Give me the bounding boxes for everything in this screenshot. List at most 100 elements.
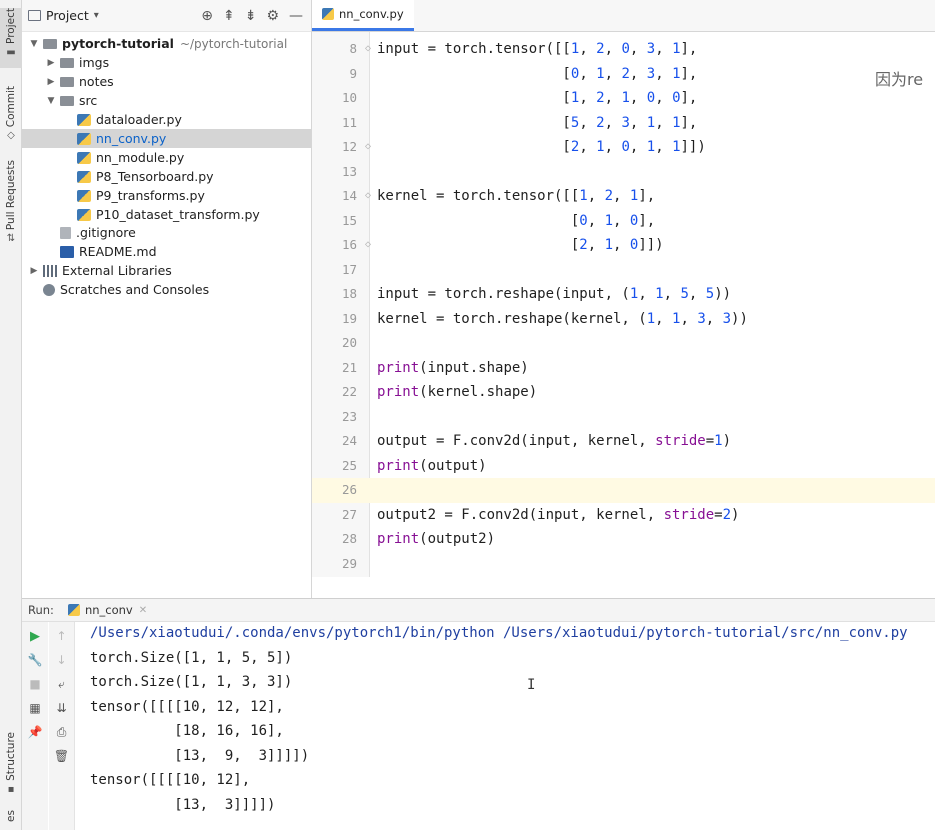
text-cursor-icon: I: [527, 677, 536, 693]
trash-icon[interactable]: 🗑: [54, 748, 70, 764]
soft-wrap-icon[interactable]: ⤶: [54, 676, 70, 692]
line-number: 27: [341, 506, 357, 522]
python-file-icon: [67, 604, 80, 616]
fold-marker-icon[interactable]: ◇: [365, 37, 371, 62]
code-line[interactable]: 12 ◇ [2, 1, 0, 1, 1]]): [312, 135, 935, 160]
python-file-icon: [322, 7, 334, 20]
code-text: [2, 1, 0]]): [377, 237, 664, 253]
arrow-down-icon[interactable]: ↓: [54, 652, 70, 668]
code-line[interactable]: 27 output2 = F.conv2d(input, kernel, stri…: [312, 503, 935, 528]
structure-tool-tab[interactable]: Structure ▪: [0, 732, 22, 798]
fold-marker-icon[interactable]: ◇: [365, 135, 371, 160]
code-line[interactable]: 18 input = torch.reshape(input, (1, 1, 5,…: [312, 282, 935, 307]
project-view-icon: [28, 10, 41, 21]
code-line[interactable]: 19 kernel = torch.reshape(kernel, (1, 1, …: [312, 307, 935, 332]
console-line: tensor([[[[10, 12],: [90, 772, 251, 788]
tree-item-p8-tensorboard[interactable]: P8_Tensorboard.py: [22, 167, 311, 186]
project-view-selector[interactable]: Project: [46, 8, 89, 23]
layout-icon[interactable]: ▦: [27, 700, 43, 716]
project-tool-tab[interactable]: Project ▬: [0, 8, 22, 68]
tree-item-project-root[interactable]: ▼ pytorch-tutorial ~/pytorch-tutorial: [22, 34, 311, 53]
code-line[interactable]: 8 ◇ input = torch.tensor([[1, 2, 0, 3, 1],: [312, 37, 935, 62]
tree-item-label: imgs: [79, 55, 110, 70]
scroll-to-end-icon[interactable]: ⇊: [54, 700, 70, 716]
pull-requests-tool-tab[interactable]: Pull Requests ⇅: [0, 160, 22, 250]
code-line[interactable]: 9 [0, 1, 2, 3, 1],: [312, 62, 935, 87]
tab-nn-conv[interactable]: nn_conv.py: [312, 0, 414, 31]
collapsed-arrow-icon[interactable]: ▶: [28, 266, 40, 276]
tree-item-scratches[interactable]: Scratches and Consoles: [22, 280, 311, 299]
console-line: torch.Size([1, 1, 3, 3]): [90, 674, 293, 690]
project-toolbar: ⊕ ⇞ ⇟ ⚙ —: [201, 8, 311, 24]
gear-icon[interactable]: ⚙: [266, 8, 279, 24]
pin-icon[interactable]: 📌: [27, 724, 43, 740]
line-number: 19: [341, 310, 357, 326]
code-line[interactable]: 13: [312, 160, 935, 185]
close-icon[interactable]: ✕: [139, 605, 147, 616]
code-line[interactable]: 22 print(kernel.shape): [312, 380, 935, 405]
tree-item-external-libraries[interactable]: ▶ External Libraries: [22, 261, 311, 280]
code-line[interactable]: 16 ◇ [2, 1, 0]]): [312, 233, 935, 258]
code-line[interactable]: 14 ◇ kernel = torch.tensor([[1, 2, 1],: [312, 184, 935, 209]
tree-item-p10-dataset-transform[interactable]: P10_dataset_transform.py: [22, 205, 311, 224]
line-number: 22: [341, 384, 357, 399]
code-line[interactable]: 21 print(input.shape): [312, 356, 935, 381]
arrow-up-icon[interactable]: ↑: [54, 628, 70, 644]
tree-item-label: nn_conv.py: [96, 131, 167, 146]
folder-icon: [60, 95, 74, 106]
fold-marker-icon[interactable]: ◇: [365, 233, 371, 258]
wrench-icon[interactable]: 🔧: [27, 652, 43, 668]
code-line[interactable]: 20: [312, 331, 935, 356]
code-text: kernel = torch.tensor([[1, 2, 1],: [377, 188, 656, 204]
project-path: ~/pytorch-tutorial: [179, 36, 288, 51]
rerun-icon[interactable]: ▶: [27, 628, 43, 644]
folder-icon: [43, 38, 57, 49]
run-toolbar-secondary: ↑ ↓ ⤶ ⇊ ⎙ 🗑: [49, 622, 75, 830]
code-line[interactable]: 23: [312, 405, 935, 430]
locate-file-icon[interactable]: ⊕: [201, 8, 213, 24]
code-line[interactable]: 26: [312, 478, 935, 503]
tree-item-imgs[interactable]: ▶ imgs: [22, 53, 311, 72]
code-line[interactable]: 17: [312, 258, 935, 283]
run-tab-nn-conv[interactable]: nn_conv ✕: [67, 603, 147, 617]
tree-item-gitignore[interactable]: .gitignore: [22, 223, 311, 242]
console-line: [18, 16, 16],: [90, 723, 284, 739]
line-number: 28: [341, 531, 357, 546]
code-line[interactable]: 25 print(output): [312, 454, 935, 479]
line-number: 23: [341, 408, 357, 424]
code-line[interactable]: 28 print(output2): [312, 527, 935, 552]
hide-panel-icon[interactable]: —: [289, 8, 303, 24]
tree-item-nn-conv[interactable]: nn_conv.py: [22, 129, 311, 148]
code-text: input = torch.reshape(input, (1, 1, 5, 5…: [377, 286, 732, 302]
tree-item-notes[interactable]: ▶ notes: [22, 72, 311, 91]
code-text: [5, 2, 3, 1, 1],: [377, 114, 698, 131]
fold-marker-icon[interactable]: ◇: [365, 184, 371, 209]
commit-tool-tab[interactable]: Commit ◇: [0, 86, 22, 142]
editor-tab-bar: nn_conv.py: [312, 0, 935, 32]
expand-all-icon[interactable]: ⇞: [223, 8, 235, 24]
bottom-tool-tab[interactable]: es: [0, 810, 22, 830]
code-line[interactable]: 11 [5, 2, 3, 1, 1],: [312, 111, 935, 136]
print-icon[interactable]: ⎙: [54, 724, 70, 740]
collapsed-arrow-icon[interactable]: ▶: [45, 58, 57, 68]
code-line[interactable]: 15 [0, 1, 0],: [312, 209, 935, 234]
code-line[interactable]: 24 output = F.conv2d(input, kernel, strid…: [312, 429, 935, 454]
console-line: tensor([[[[10, 12, 12],: [90, 698, 284, 715]
code-text: print(output): [377, 457, 487, 474]
chevron-down-icon[interactable]: ▾: [94, 10, 99, 21]
collapsed-arrow-icon[interactable]: ▶: [45, 77, 57, 87]
tree-item-nn-module[interactable]: nn_module.py: [22, 148, 311, 167]
code-line[interactable]: 29: [312, 552, 935, 577]
tree-item-dataloader[interactable]: dataloader.py: [22, 110, 311, 129]
tree-item-readme[interactable]: README.md: [22, 242, 311, 261]
python-file-icon: [77, 208, 91, 221]
expanded-arrow-icon[interactable]: ▼: [45, 96, 57, 106]
code-line[interactable]: 10 [1, 2, 1, 0, 0],: [312, 86, 935, 111]
line-number: 10: [341, 90, 357, 105]
stop-icon[interactable]: ■: [27, 676, 43, 692]
tree-item-p9-transforms[interactable]: P9_transforms.py: [22, 186, 311, 205]
code-text: print(output2): [377, 531, 496, 547]
expanded-arrow-icon[interactable]: ▼: [28, 39, 40, 49]
tree-item-src[interactable]: ▼ src: [22, 91, 311, 110]
collapse-all-icon[interactable]: ⇟: [245, 8, 257, 24]
